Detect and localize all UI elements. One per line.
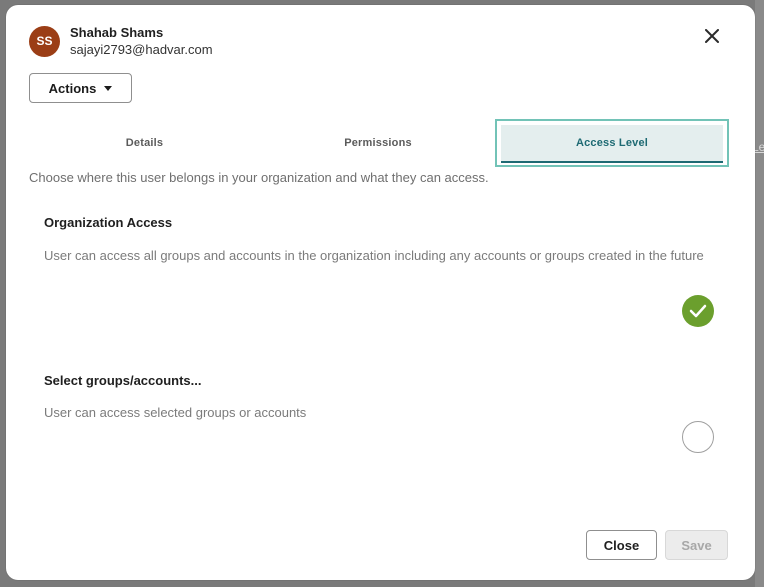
user-tabs: Details Permissions Access Level xyxy=(28,119,730,167)
user-name: Shahab Shams xyxy=(70,25,164,40)
save-button[interactable]: Save xyxy=(665,530,728,560)
organization-access-title: Organization Access xyxy=(44,215,173,230)
tab-permissions-label: Permissions xyxy=(344,137,412,149)
select-groups-description: User can access selected groups or accou… xyxy=(44,405,307,420)
tab-access-level-focus-ring: Access Level xyxy=(495,119,729,167)
actions-label: Actions xyxy=(48,80,97,96)
close-button-footer[interactable]: Close xyxy=(586,530,657,560)
access-subtitle: Choose where this user belongs in your o… xyxy=(29,170,489,185)
close-button-label: Close xyxy=(603,537,640,553)
close-button[interactable] xyxy=(701,25,723,47)
tab-details[interactable]: Details xyxy=(28,119,261,167)
tab-access-level-active: Access Level xyxy=(501,125,723,163)
user-email: sajayi2793@hadvar.com xyxy=(70,42,213,57)
actions-button[interactable]: Actions xyxy=(29,73,132,103)
tab-access-level-label: Access Level xyxy=(575,137,649,149)
backdrop-strip xyxy=(755,0,764,587)
organization-access-description: User can access all groups and accounts … xyxy=(44,248,704,263)
select-groups-radio[interactable] xyxy=(682,421,714,453)
tab-permissions[interactable]: Permissions xyxy=(261,119,495,167)
select-groups-title: Select groups/accounts... xyxy=(44,373,202,388)
user-access-modal: SS Shahab Shams sajayi2793@hadvar.com Ac… xyxy=(6,5,755,580)
user-header: SS Shahab Shams sajayi2793@hadvar.com xyxy=(29,25,213,57)
check-icon xyxy=(689,304,707,318)
tab-access-level[interactable]: Access Level xyxy=(495,119,729,167)
close-icon xyxy=(705,29,719,43)
tab-details-label: Details xyxy=(125,137,164,149)
organization-access-radio[interactable] xyxy=(682,295,714,327)
save-button-label: Save xyxy=(681,537,712,553)
chevron-down-icon xyxy=(104,85,113,91)
user-meta: Shahab Shams sajayi2793@hadvar.com xyxy=(70,25,213,57)
avatar: SS xyxy=(29,25,60,57)
